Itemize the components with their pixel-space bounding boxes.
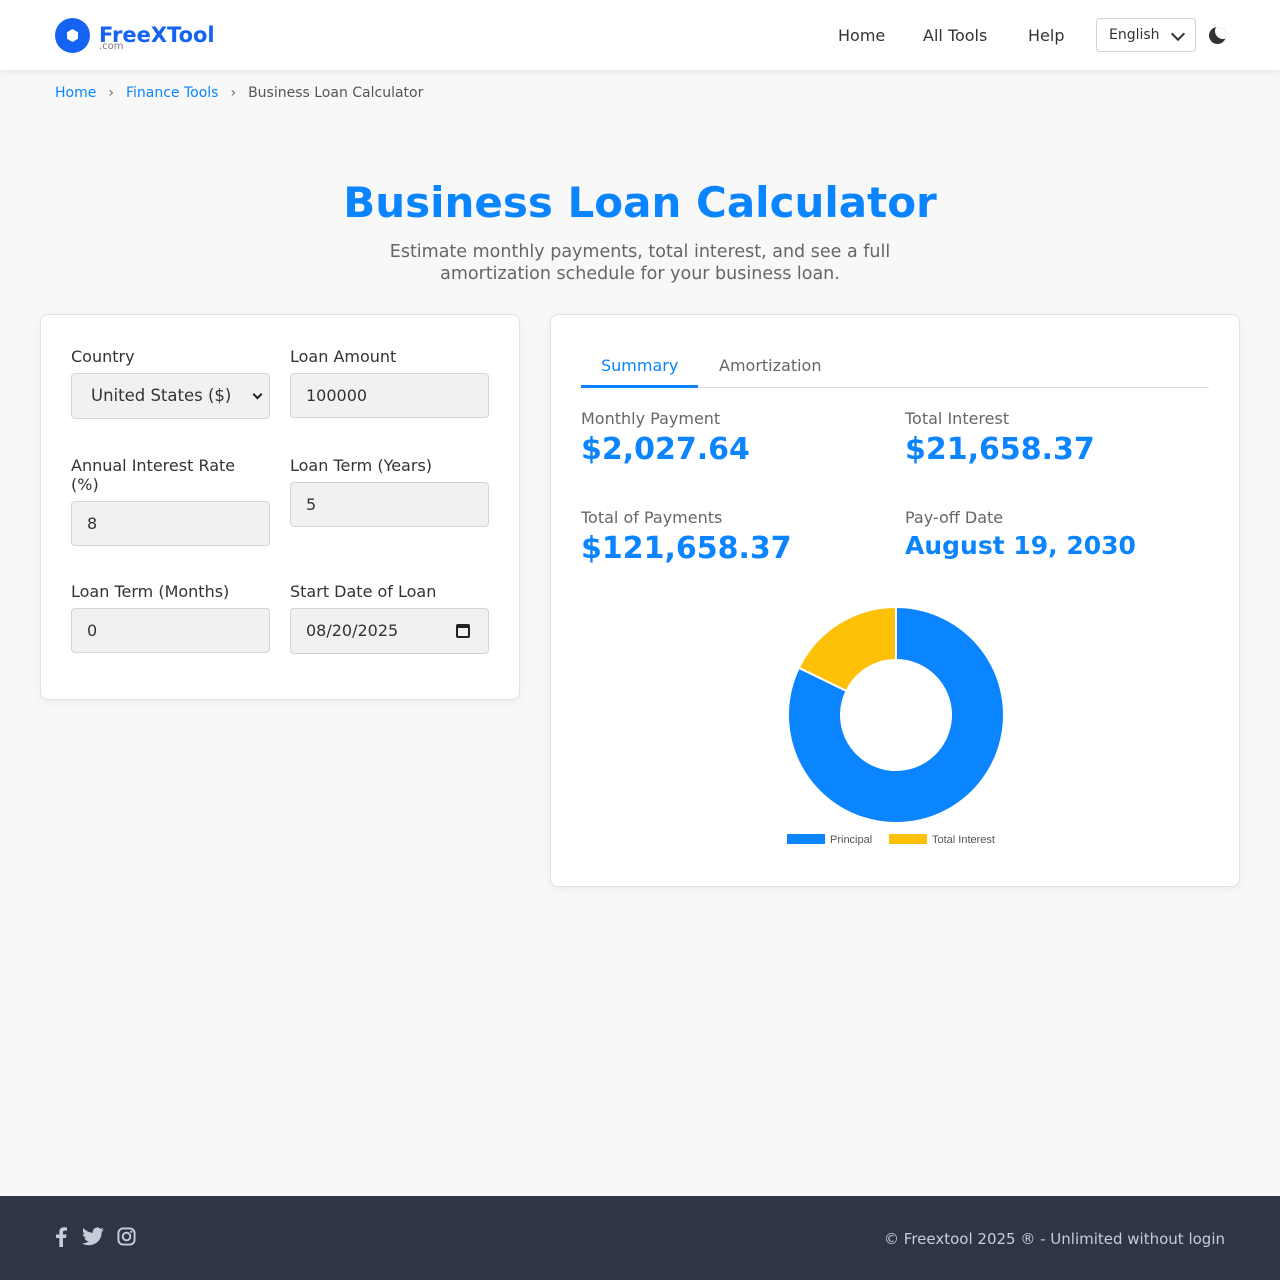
logo-icon [55,18,90,53]
monthly-payment-value: $2,027.64 [581,432,750,467]
payoff-date-label: Pay-off Date [905,508,1004,527]
twitter-icon[interactable] [82,1227,104,1246]
breadcrumb-home[interactable]: Home [55,85,96,101]
legend-label-principal: Principal [830,834,873,846]
facebook-icon[interactable] [55,1227,67,1247]
breadcrumb-current: Business Loan Calculator [248,85,424,101]
loan-breakdown-chart [787,605,1005,824]
total-payments-label: Total of Payments [581,508,723,527]
dark-mode-toggle-icon[interactable] [1209,27,1226,44]
logo-suffix: .com [99,41,124,52]
footer-copyright: © Freextool 2025 ® - Unlimited without l… [884,1230,1225,1248]
calendar-icon[interactable] [456,624,470,638]
loan-term-months-label: Loan Term (Months) [71,582,230,601]
country-value: United States ($) [91,386,232,405]
legend-item-principal[interactable]: Principal [787,834,872,846]
chevron-down-icon [252,389,263,400]
site-header: FreeXTool .com Home All Tools Help Engli… [0,0,1280,70]
breadcrumb: Home › Finance Tools › Business Loan Cal… [55,85,423,101]
results-card: Summary Amortization Monthly Payment $2,… [550,314,1240,887]
breadcrumb-separator-icon: › [230,85,237,101]
start-date-input[interactable]: 08/20/2025 [290,608,489,654]
legend-swatch-principal [787,834,825,844]
tab-summary[interactable]: Summary [581,355,699,388]
breadcrumb-category[interactable]: Finance Tools [126,85,219,101]
chevron-down-icon [1170,26,1186,42]
legend-label-interest: Total Interest [932,834,995,846]
result-tabs: Summary Amortization [581,355,1209,388]
loan-amount-label: Loan Amount [290,347,397,366]
tab-amortization[interactable]: Amortization [699,355,841,388]
instagram-icon[interactable] [117,1227,136,1246]
site-footer: © Freextool 2025 ® - Unlimited without l… [0,1196,1280,1280]
interest-rate-label: Annual Interest Rate (%) [71,456,236,494]
nav-home[interactable]: Home [838,26,885,45]
site-logo[interactable]: FreeXTool .com [55,18,213,53]
nav-help[interactable]: Help [1028,26,1064,45]
country-select[interactable]: United States ($) [71,373,270,419]
breadcrumb-separator-icon: › [108,85,114,101]
loan-term-months-input[interactable]: 0 [71,608,270,653]
page-subtitle: Estimate monthly payments, total interes… [389,242,891,284]
total-payments-value: $121,658.37 [581,531,792,566]
interest-rate-input[interactable]: 8 [71,501,270,546]
loan-term-years-input[interactable]: 5 [290,482,489,527]
loan-amount-input[interactable]: 100000 [290,373,489,418]
country-label: Country [71,347,135,366]
loan-form-card: Country United States ($) Loan Amount 10… [40,314,520,700]
start-date-label: Start Date of Loan [290,582,437,601]
page-title: Business Loan Calculator [343,178,937,227]
payoff-date-value: August 19, 2030 [905,531,1136,560]
total-interest-value: $21,658.37 [905,432,1095,467]
nav-all-tools[interactable]: All Tools [923,26,987,45]
language-select[interactable]: English [1096,18,1196,52]
legend-item-interest[interactable]: Total Interest [889,834,995,846]
total-interest-label: Total Interest [905,409,1010,428]
legend-swatch-interest [889,834,927,844]
loan-term-years-label: Loan Term (Years) [290,456,433,475]
start-date-value: 08/20/2025 [306,621,399,640]
language-value: English [1109,27,1160,43]
monthly-payment-label: Monthly Payment [581,409,721,428]
